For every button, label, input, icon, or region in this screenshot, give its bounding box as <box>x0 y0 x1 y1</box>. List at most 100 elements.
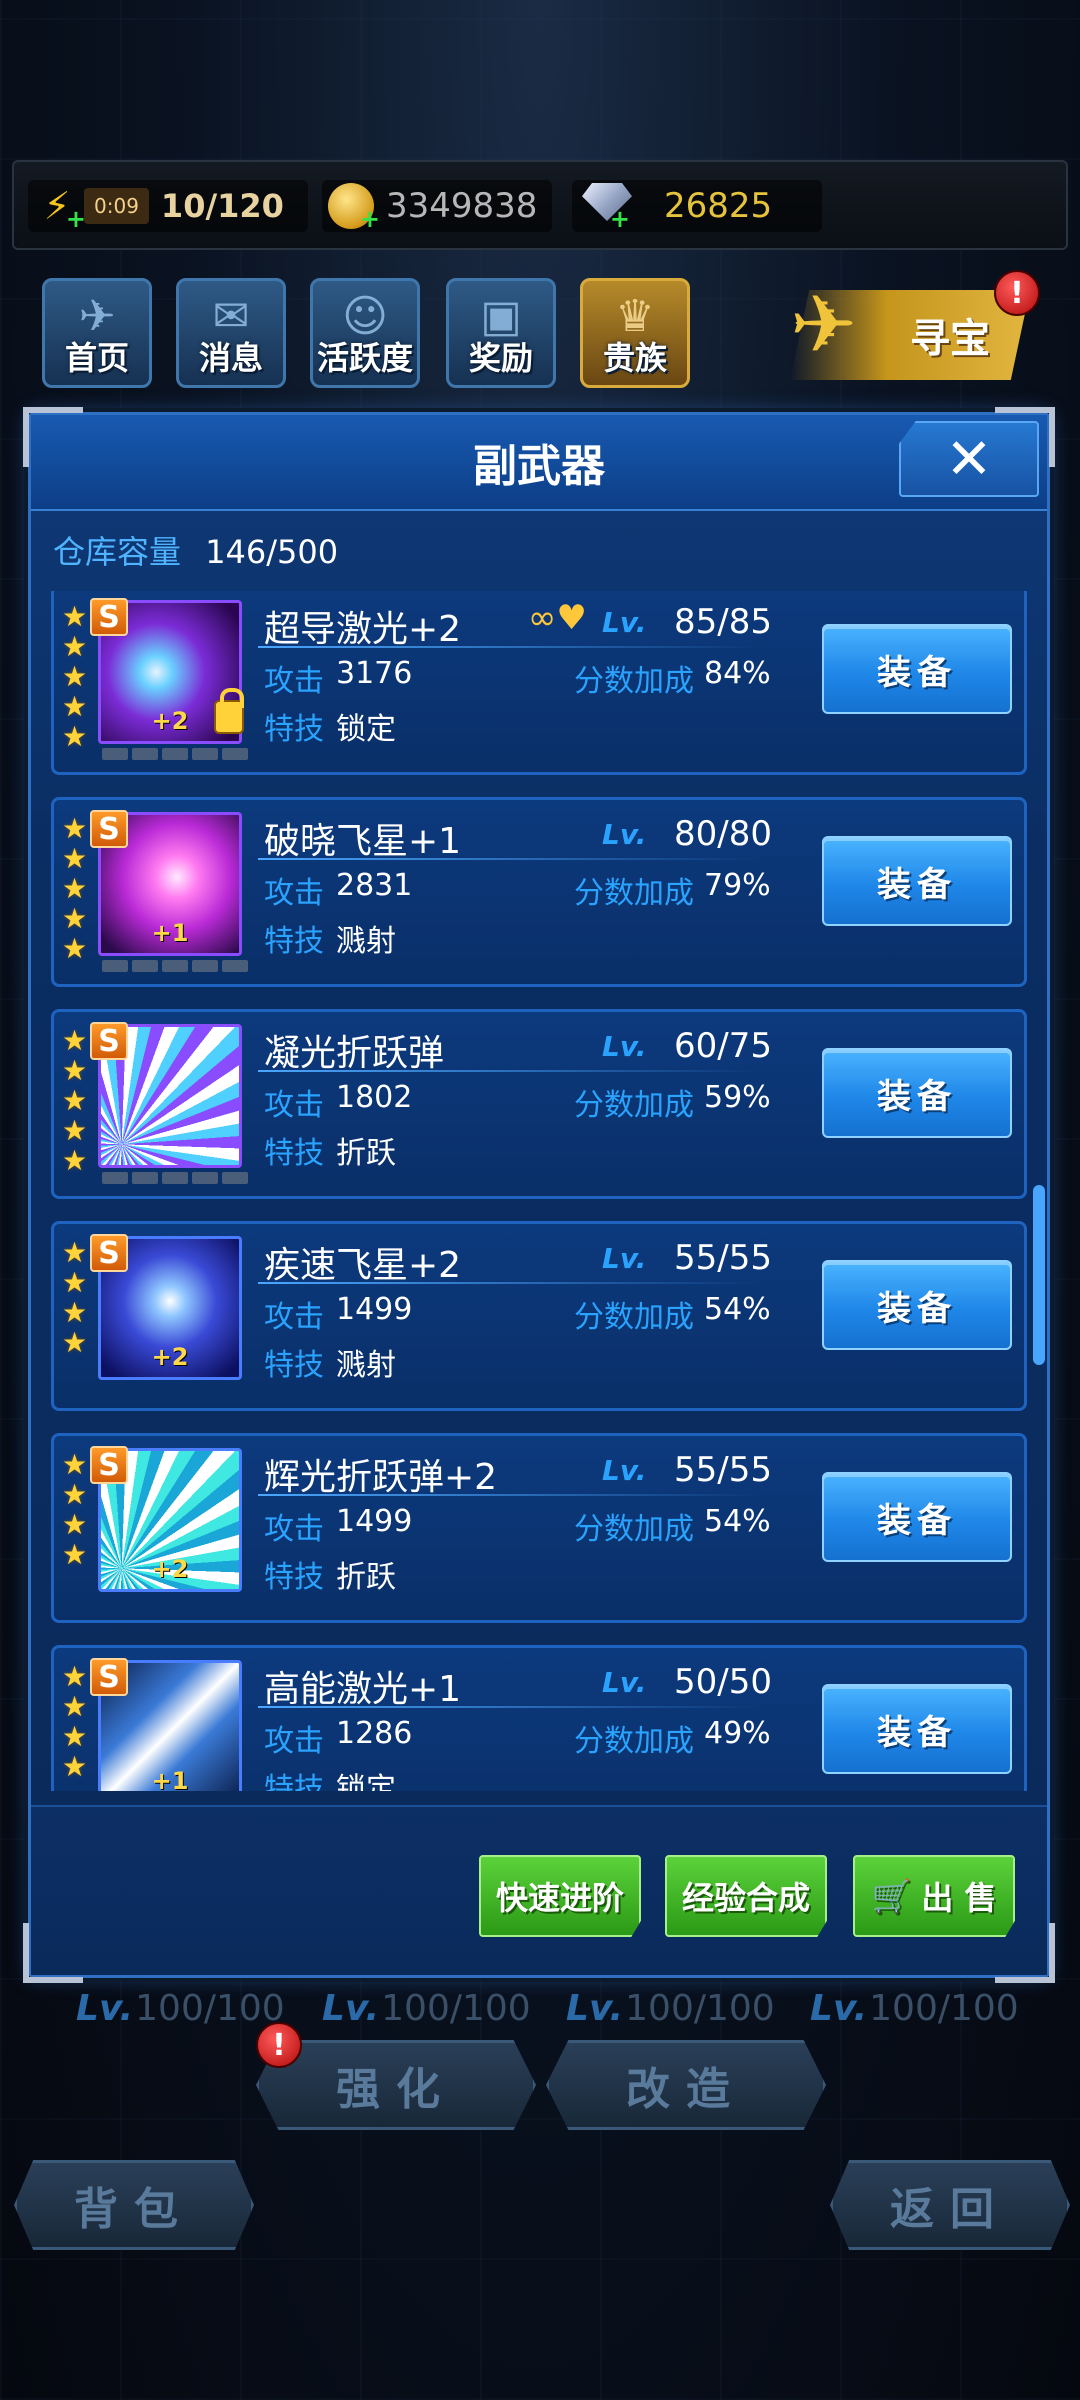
grade-badge: S <box>90 810 128 848</box>
slot-level: Lv.100/100 <box>810 1988 1019 2029</box>
skill-value: 折跃 <box>336 1136 396 1171</box>
skill-value: 锁定 <box>336 1772 396 1791</box>
exp-merge-button[interactable]: 经验合成 <box>665 1855 827 1937</box>
treasure-alert-badge: ! <box>994 270 1040 316</box>
energy-timer: 0:09 <box>84 188 149 224</box>
score-bonus-value: 84% <box>704 656 771 691</box>
mail-icon: ✉ <box>212 291 250 342</box>
close-button[interactable]: ✕ <box>899 421 1039 497</box>
star-rating: ★ ★ ★ ★ ★ <box>62 1024 88 1177</box>
star-rating: ★ ★ ★ ★ <box>62 1236 88 1359</box>
energy-value: 10/120 <box>160 187 284 225</box>
weapon-level: 50/50 <box>674 1662 772 1702</box>
attack-value: 1499 <box>336 1504 413 1539</box>
close-icon: ✕ <box>945 426 993 492</box>
grade-badge: S <box>90 1022 128 1060</box>
weapon-level: 85/85 <box>674 602 772 642</box>
sell-button[interactable]: 🛒 出 售 <box>853 1855 1015 1937</box>
weapon-level: 55/55 <box>674 1238 772 1278</box>
upgrade-pips <box>102 960 248 972</box>
equip-button[interactable]: 装备 <box>822 1048 1012 1138</box>
score-bonus-value: 59% <box>704 1080 771 1115</box>
skill-value: 折跃 <box>336 1560 396 1595</box>
star-rating: ★ ★ ★ ★ <box>62 1660 88 1783</box>
back-button[interactable]: 返回 <box>830 2160 1070 2250</box>
nav-activity-button[interactable]: ☺ 活跃度 <box>310 278 420 388</box>
score-bonus-value: 54% <box>704 1292 771 1327</box>
energy-icon: ⚡ + <box>43 184 86 233</box>
score-bonus-value: 79% <box>704 868 771 903</box>
modal-title: 副武器 <box>473 441 605 492</box>
link-icon: ∞♥ <box>528 598 587 638</box>
modal-header: 副武器 ✕ <box>31 415 1047 511</box>
modify-button[interactable]: 改造 <box>546 2040 826 2130</box>
skill-value: 锁定 <box>336 712 396 747</box>
slot-level: Lv.100/100 <box>566 1988 775 2029</box>
crest-icon: ♛ <box>615 291 655 342</box>
weapon-name: 辉光折跃弹+2 <box>264 1457 498 1498</box>
weapon-card[interactable]: ★ ★ ★ ★ ★ S 凝光折跃弹 Lv. 60/75 攻击 1802 分数加成 59%… <box>51 1009 1027 1199</box>
grade-badge: S <box>90 1446 128 1484</box>
weapon-name: 破晓飞星+1 <box>264 821 462 862</box>
star-rating: ★ ★ ★ ★ ★ <box>62 812 88 965</box>
equip-button[interactable]: 装备 <box>822 1260 1012 1350</box>
attack-value: 1802 <box>336 1080 413 1115</box>
quick-advance-button[interactable]: 快速进阶 <box>479 1855 641 1937</box>
list-scrollbar[interactable] <box>1033 1185 1045 1365</box>
slot-level: Lv.100/100 <box>76 1988 285 2029</box>
backpack-button[interactable]: 背包 <box>14 2160 254 2250</box>
attack-value: 3176 <box>336 656 413 691</box>
nav-messages-button[interactable]: ✉ 消息 <box>176 278 286 388</box>
nav-home-button[interactable]: ✈ 首页 <box>42 278 152 388</box>
weapon-name: 凝光折跃弹 <box>264 1033 445 1074</box>
gem-icon: + <box>578 183 632 233</box>
grade-badge: S <box>90 1234 128 1272</box>
coin-icon: + <box>328 183 380 233</box>
weapon-card[interactable]: ★ ★ ★ ★ +2 S 疾速飞星+2 Lv. 55/55 攻击 1499 分数加成 … <box>51 1221 1027 1411</box>
slot-level: Lv.100/100 <box>322 1988 531 2029</box>
attack-value: 2831 <box>336 868 413 903</box>
nav-noble-button[interactable]: ♛ 贵族 <box>580 278 690 388</box>
weapon-level: 80/80 <box>674 814 772 854</box>
storage-capacity: 仓库容量 146/500 <box>53 533 339 571</box>
weapon-name: 超导激光+2 <box>264 609 462 650</box>
upgrade-pips <box>102 748 248 760</box>
equip-button[interactable]: 装备 <box>822 624 1012 714</box>
nav-rewards-button[interactable]: ▣ 奖励 <box>446 278 556 388</box>
weapon-card[interactable]: ★ ★ ★ ★ ★ +1 S 破晓飞星+1 Lv. 80/80 攻击 2831 分数加成… <box>51 797 1027 987</box>
equip-button[interactable]: 装备 <box>822 1684 1012 1774</box>
grade-badge: S <box>90 1658 128 1696</box>
gem-counter[interactable]: + 26825 <box>572 180 822 233</box>
equip-button[interactable]: 装备 <box>822 836 1012 926</box>
skill-value: 溅射 <box>336 924 396 959</box>
attack-value: 1286 <box>336 1716 413 1751</box>
weapon-card[interactable]: ★ ★ ★ ★ +2 S 辉光折跃弹+2 Lv. 55/55 攻击 1499 分数加成… <box>51 1433 1027 1623</box>
score-bonus-value: 49% <box>704 1716 771 1751</box>
star-rating: ★ ★ ★ ★ ★ <box>62 600 88 753</box>
lock-icon[interactable] <box>214 688 244 734</box>
gem-value: 26825 <box>664 186 773 226</box>
smiley-icon: ☺ <box>342 291 388 342</box>
sub-weapon-modal: 副武器 ✕ 仓库容量 146/500 ★ ★ ★ ★ ★ +2 S 超导激光+2 ∞♥ … <box>23 407 1055 1983</box>
gift-icon: ▣ <box>480 291 522 342</box>
star-rating: ★ ★ ★ ★ <box>62 1448 88 1571</box>
skill-value: 溅射 <box>336 1348 396 1383</box>
weapon-card[interactable]: ★ ★ ★ ★ ★ +2 S 超导激光+2 ∞♥ Lv. 85/85 攻击 3176 分… <box>51 591 1027 775</box>
home-icon: ✈ <box>78 291 116 342</box>
upgrade-pips <box>102 1172 248 1184</box>
equip-button[interactable]: 装备 <box>822 1472 1012 1562</box>
strengthen-alert-badge: ! <box>256 2022 302 2068</box>
plane-icon: ✈ <box>790 278 858 371</box>
energy-counter[interactable]: ⚡ + 0:09 10/120 <box>28 180 308 233</box>
coin-value: 3349838 <box>386 186 538 226</box>
attack-value: 1499 <box>336 1292 413 1327</box>
resource-bar: ⚡ + 0:09 10/120 + 3349838 + 26825 <box>12 160 1068 250</box>
weapon-name: 高能激光+1 <box>264 1669 462 1710</box>
weapon-list[interactable]: ★ ★ ★ ★ ★ +2 S 超导激光+2 ∞♥ Lv. 85/85 攻击 3176 分… <box>45 591 1035 1791</box>
weapon-card[interactable]: ★ ★ ★ ★ +1 S 高能激光+1 Lv. 50/50 攻击 1286 分数加成 … <box>51 1645 1027 1791</box>
score-bonus-value: 54% <box>704 1504 771 1539</box>
coin-counter[interactable]: + 3349838 <box>322 180 552 233</box>
grade-badge: S <box>90 598 128 636</box>
weapon-level: 55/55 <box>674 1450 772 1490</box>
weapon-name: 疾速飞星+2 <box>264 1245 462 1286</box>
